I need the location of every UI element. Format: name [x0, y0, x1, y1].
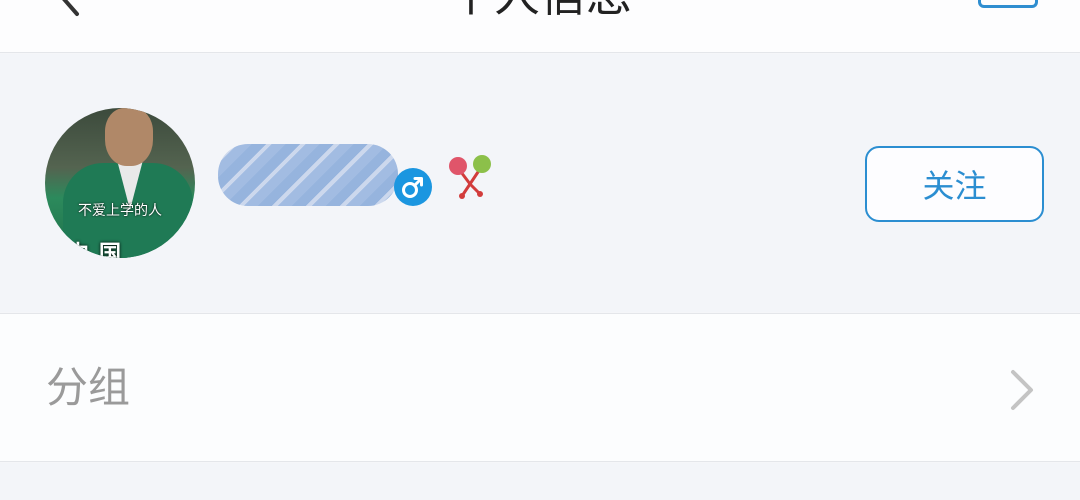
- level-badge-icon: [449, 155, 491, 199]
- group-label: 分组: [46, 363, 131, 412]
- username-redacted: [218, 144, 398, 206]
- page-title: 个人信息: [0, 0, 1080, 20]
- avatar-caption: 不爱上学的人: [78, 203, 162, 219]
- avatar-caption-secondary: 中国: [67, 242, 132, 258]
- bottom-background: [0, 463, 1080, 500]
- profile-header: 不爱上学的人 中国 关注: [0, 54, 1080, 312]
- profile-page: 个人信息 不爱上学的人 中国: [0, 0, 1080, 500]
- male-symbol-icon: [402, 177, 423, 198]
- avatar[interactable]: 不爱上学的人 中国: [45, 108, 195, 258]
- navbar: 个人信息: [0, 0, 1080, 53]
- follow-button[interactable]: 关注: [865, 146, 1044, 222]
- male-icon: [394, 168, 432, 206]
- group-row[interactable]: 分组: [0, 313, 1080, 462]
- chevron-right-icon: [1011, 370, 1033, 410]
- menu-icon[interactable]: [978, 0, 1038, 8]
- avatar-head: [105, 108, 153, 166]
